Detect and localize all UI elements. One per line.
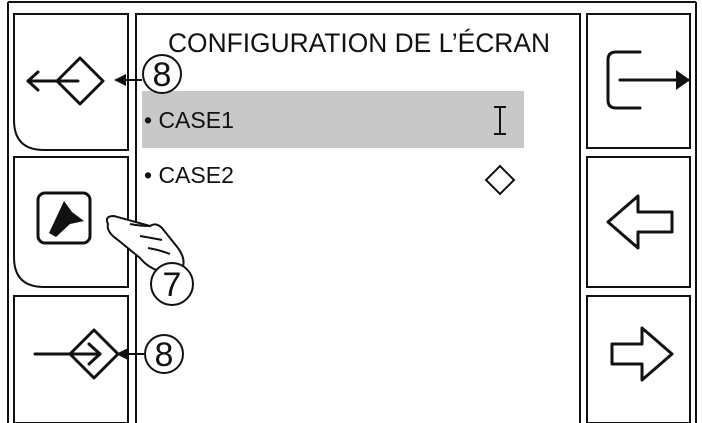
left-button-top[interactable] (13, 13, 129, 151)
diamond-icon (484, 164, 516, 196)
arrow-right-icon (610, 326, 674, 382)
enter-down-icon (33, 328, 120, 380)
right-button-bottom[interactable] (586, 295, 691, 423)
exit-icon (606, 50, 690, 110)
callout-bottom-number: 8 (155, 336, 174, 374)
right-button-middle[interactable] (586, 156, 691, 288)
list-item-label: • CASE2 (144, 162, 234, 188)
arrow-left-icon (606, 194, 674, 250)
callout-top: 8 (114, 54, 182, 94)
list-item[interactable]: • CASE2 (144, 162, 516, 196)
list-item-label: • CASE1 (144, 107, 234, 133)
tool-icon (36, 191, 92, 245)
right-button-top[interactable] (586, 13, 691, 149)
callout-top-number: 8 (153, 56, 172, 94)
move-left-icon (26, 56, 105, 106)
display-screen (135, 13, 581, 423)
callout-middle: 7 (150, 262, 194, 306)
screen-title: CONFIGURATION DE L’ÉCRAN (168, 28, 550, 58)
device-diagram: CONFIGURATION DE L’ÉCRAN • CASE1 • CASE2… (7, 1, 697, 423)
callout-bottom: 8 (116, 334, 184, 374)
left-button-bottom[interactable] (13, 295, 129, 423)
callout-middle-number: 7 (163, 266, 182, 304)
